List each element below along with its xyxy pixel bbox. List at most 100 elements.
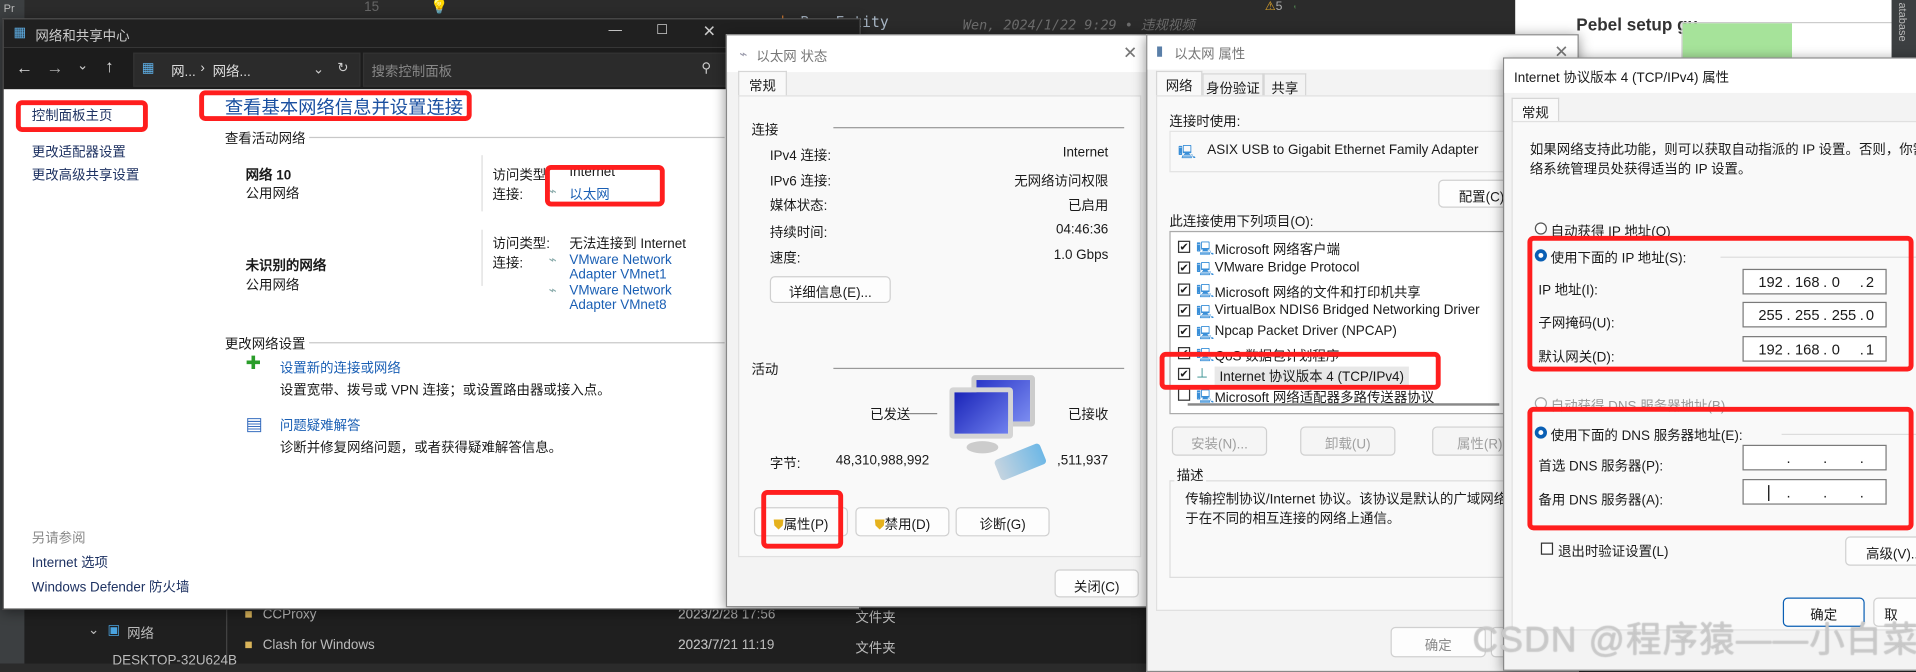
tab-networking[interactable]: 网络	[1155, 70, 1203, 97]
item-checkbox[interactable]: ✔	[1177, 282, 1191, 296]
bytes-label: 字节:	[769, 457, 801, 472]
close-button[interactable]: ✕	[1123, 43, 1137, 64]
uninstall-button[interactable]: 卸载(U)	[1300, 426, 1396, 456]
item-checkbox[interactable]: ✔	[1177, 261, 1191, 275]
up-button[interactable]: ↑	[105, 56, 114, 76]
connection-label: 连接:	[492, 256, 524, 272]
tab-general[interactable]: 常规	[738, 70, 787, 97]
refresh-icon[interactable]: ↻	[337, 60, 348, 76]
adapter-settings-link[interactable]: 更改适配器设置	[32, 142, 126, 162]
file-type: 文件夹	[855, 641, 896, 657]
auto-ip-radio[interactable]	[1534, 222, 1547, 235]
manual-dns-radio[interactable]	[1534, 426, 1547, 439]
tree-item-network[interactable]: 网络	[127, 623, 154, 643]
dialog-title: 以太网 属性	[1174, 47, 1246, 63]
history-chevron-icon[interactable]: ⌄	[77, 57, 88, 74]
item-checkbox[interactable]: ✔	[1177, 346, 1191, 359]
details-button[interactable]: 详细信息(E)...	[769, 276, 891, 304]
octet: 0	[1865, 306, 1875, 324]
address-bar[interactable]: ▦ 网... › 网络... ⌄ ↻	[133, 52, 361, 87]
task-description: 诊断并修复网络问题，或者获得疑难解答信息。	[279, 441, 563, 456]
shield-icon: ⛊	[773, 518, 784, 533]
vmnet1-link[interactable]: VMware Network	[569, 253, 671, 268]
advanced-button[interactable]: 高级(V)...	[1845, 536, 1916, 566]
desktop: Pr 15 💡 ds BaseEntity Wen, 2024/1/22 9:2…	[0, 0, 1916, 672]
vmnet1-link-line2[interactable]: Adapter VMnet1	[569, 268, 666, 283]
back-button[interactable]: ←	[16, 57, 33, 77]
divider	[309, 342, 725, 344]
breadcrumb-0[interactable]: 网...	[171, 61, 196, 81]
row-label: IPv6 连接:	[769, 174, 832, 190]
page-title: 查看基本网络信息并设置连接	[224, 97, 464, 119]
horizontal-scrollbar[interactable]	[1187, 403, 1500, 406]
alternate-dns-field[interactable]: ...	[1742, 479, 1887, 505]
item-checkbox[interactable]	[1177, 388, 1191, 401]
breadcrumb-1[interactable]: 网络...	[213, 61, 251, 81]
warning-count: 5	[1275, 0, 1283, 14]
forward-button[interactable]: →	[46, 57, 63, 77]
octet-separator: .	[1823, 449, 1828, 467]
gateway-field[interactable]: 192. 168. 0. 1	[1742, 336, 1887, 362]
row-value: 已启用	[1067, 199, 1109, 214]
item-label: QoS 数据包计划程序	[1214, 348, 1340, 364]
item-checkbox[interactable]: ✔	[1177, 240, 1191, 253]
item-checkbox[interactable]: ✔	[1177, 367, 1191, 380]
window-title: 网络和共享中心	[35, 29, 130, 44]
preferred-dns-field[interactable]: ...	[1742, 444, 1887, 471]
tree-item-desktop[interactable]: DESKTOP-32U624B	[112, 654, 237, 669]
search-icon[interactable]: ⚲	[701, 60, 711, 76]
control-panel-home-link[interactable]: 控制面板主页	[32, 105, 113, 125]
tab-sharing[interactable]: 共享	[1263, 73, 1307, 97]
intro-line: 络系统管理员处获得适当的 IP 设置。	[1529, 162, 1752, 178]
ethernet-icon: ⌁	[739, 47, 748, 63]
ethernet-icon: ⌁	[548, 283, 557, 299]
manual-ip-radio[interactable]	[1534, 249, 1547, 262]
octet-separator: .	[1786, 306, 1791, 324]
octet: 1	[1865, 340, 1875, 359]
internet-options-link[interactable]: Internet 选项	[32, 552, 108, 572]
database-tab[interactable]: atabase	[1896, 2, 1908, 41]
network-component-icon: 🖳	[1196, 389, 1215, 405]
ip-address-field[interactable]: 192. 168. 0. 2	[1742, 268, 1887, 295]
search-input[interactable]: 搜索控制面板 ⚲	[362, 52, 732, 87]
bulb-icon[interactable]: 💡	[430, 0, 448, 15]
close-dialog-button[interactable]: 关闭(C)	[1054, 569, 1139, 598]
vmnet8-link-line2[interactable]: Adapter VMnet8	[569, 298, 666, 313]
row-label: 速度:	[769, 251, 801, 267]
see-also-title: 另请参阅	[31, 531, 86, 547]
auto-dns-radio[interactable]	[1534, 397, 1547, 410]
firewall-link[interactable]: Windows Defender 防火墙	[32, 577, 190, 597]
title-bar[interactable]: ⌁ 以太网 状态 ✕	[727, 35, 1148, 73]
advanced-sharing-link[interactable]: 更改高级共享设置	[32, 165, 140, 185]
title-bar[interactable]: Internet 协议版本 4 (TCP/IPv4) 属性	[1504, 58, 1916, 93]
item-checkbox[interactable]: ✔	[1177, 325, 1191, 338]
vmnet8-link[interactable]: VMware Network	[569, 283, 671, 298]
warning-icon[interactable]: ⚠5	[1265, 0, 1283, 13]
validate-checkbox[interactable]	[1540, 542, 1554, 555]
tab-authentication[interactable]: 身份验证	[1202, 73, 1264, 97]
tab-general[interactable]: 常规	[1511, 97, 1560, 123]
install-button[interactable]: 安装(N)...	[1171, 426, 1268, 456]
new-connection-link[interactable]: 设置新的连接或网络	[280, 358, 401, 378]
ide-left-tab[interactable]: Pr	[4, 2, 15, 14]
close-button[interactable]: ✕	[703, 22, 716, 42]
item-checkbox[interactable]: ✔	[1177, 304, 1191, 317]
properties-button[interactable]: ⛊属性(P)	[753, 507, 849, 537]
octet-separator: .	[1786, 340, 1791, 359]
network-icon: ▦	[141, 61, 155, 76]
diagnose-button[interactable]: 诊断(G)	[955, 507, 1050, 537]
minimize-button[interactable]: —	[609, 23, 622, 38]
chevron-down-icon[interactable]: ⌄	[313, 61, 324, 77]
troubleshoot-link[interactable]: 问题疑难解答	[280, 415, 361, 435]
disable-button[interactable]: ⛊禁用(D)	[855, 507, 950, 537]
chevron-down-icon[interactable]: ⌄	[88, 622, 99, 638]
maximize-button[interactable]: ☐	[656, 22, 668, 38]
subnet-mask-field[interactable]: 255. 255. 255. 0	[1742, 301, 1887, 328]
ethernet-link[interactable]: 以太网	[569, 185, 609, 205]
item-label: VirtualBox NDIS6 Bridged Networking Driv…	[1214, 302, 1480, 318]
octet-separator: .	[1859, 306, 1864, 324]
octet: 0	[1831, 340, 1840, 359]
octet-separator: .	[1823, 340, 1828, 359]
octet: 2	[1865, 273, 1875, 291]
watermark: CSDN @程序猿——小白菜	[1472, 620, 1916, 660]
